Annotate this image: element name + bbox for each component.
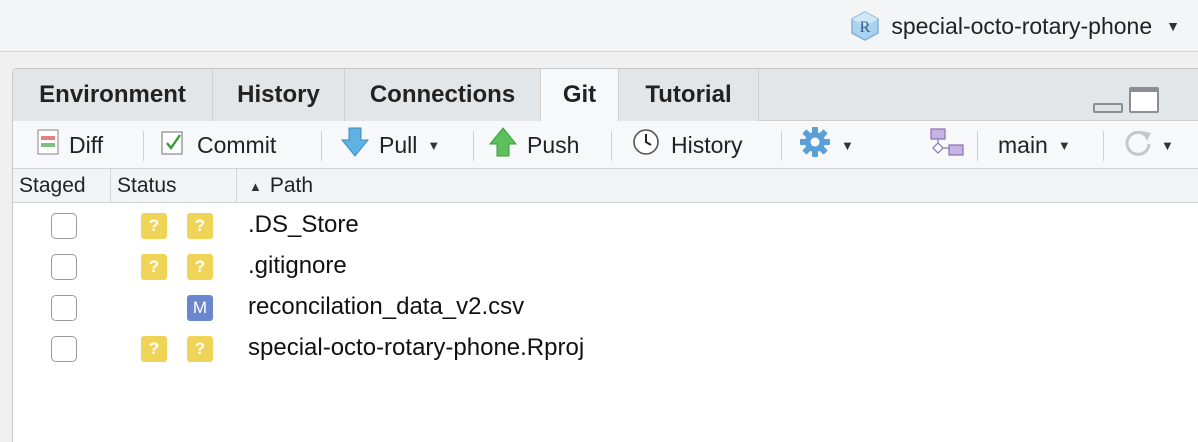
refresh-button[interactable]: ▼ [1123, 121, 1174, 169]
git-toolbar: Diff Commit Pull ▼ Push History ▼ main ▼… [13, 121, 1198, 169]
history-button[interactable]: History [631, 121, 743, 169]
table-row[interactable]: M reconcilation_data_v2.csv [13, 287, 1198, 327]
table-row[interactable]: ? ? special-octo-rotary-phone.Rproj [13, 328, 1198, 368]
tab-history[interactable]: History [213, 69, 345, 121]
column-status[interactable]: Status [111, 169, 237, 203]
chevron-down-icon[interactable]: ▼ [427, 138, 440, 153]
project-bar: R special-octo-rotary-phone ▼ [0, 0, 1198, 52]
push-arrow-icon [488, 127, 518, 163]
commit-checkbox-icon [161, 129, 187, 161]
chevron-down-icon: ▼ [841, 137, 854, 153]
staged-checkbox[interactable] [51, 213, 77, 239]
branch-name: main [998, 131, 1048, 158]
window-controls [1093, 87, 1159, 113]
maximize-pane-icon[interactable] [1129, 87, 1159, 113]
refresh-icon [1123, 127, 1153, 163]
separator [781, 131, 782, 161]
status-badge: ? [187, 254, 213, 280]
separator [143, 131, 144, 161]
pull-button[interactable]: Pull ▼ [340, 121, 440, 169]
tab-environment[interactable]: Environment [13, 69, 213, 121]
chevron-down-icon: ▼ [1166, 18, 1180, 34]
separator [321, 131, 322, 161]
chevron-down-icon: ▼ [1161, 137, 1174, 153]
table-row[interactable]: ? ? .DS_Store [13, 205, 1198, 245]
branch-select[interactable]: main ▼ [998, 121, 1071, 169]
minimize-pane-icon[interactable] [1093, 103, 1123, 113]
branch-diagram-button[interactable] [929, 121, 965, 169]
staged-checkbox[interactable] [51, 336, 77, 362]
column-staged[interactable]: Staged [13, 169, 111, 203]
file-path: special-octo-rotary-phone.Rproj [248, 334, 585, 361]
status-badge: ? [187, 213, 213, 239]
separator [473, 131, 474, 161]
gear-icon [799, 126, 831, 164]
status-badge: ? [187, 336, 213, 362]
tab-tutorial[interactable]: Tutorial [619, 69, 759, 121]
clock-icon [631, 127, 661, 163]
project-menu[interactable]: R special-octo-rotary-phone ▼ [849, 10, 1180, 42]
separator [977, 131, 978, 161]
commit-button[interactable]: Commit [161, 121, 276, 169]
separator [1103, 131, 1104, 161]
git-pane: Environment History Connections Git Tuto… [12, 68, 1198, 442]
status-badge: ? [141, 254, 167, 280]
tab-git[interactable]: Git [541, 69, 619, 122]
chevron-down-icon: ▼ [1057, 137, 1071, 153]
tab-connections[interactable]: Connections [345, 69, 541, 121]
status-badge: M [187, 295, 213, 321]
file-path: .gitignore [248, 252, 347, 279]
table-row[interactable]: ? ? .gitignore [13, 246, 1198, 286]
sort-ascending-icon: ▲ [249, 178, 262, 194]
diff-button[interactable]: Diff [37, 121, 103, 169]
branch-diagram-icon [929, 127, 965, 163]
staged-checkbox[interactable] [51, 295, 77, 321]
column-path[interactable]: ▲ Path [237, 169, 1198, 203]
rproject-icon: R [849, 10, 881, 42]
more-options-button[interactable]: ▼ [799, 121, 854, 169]
svg-text:R: R [860, 19, 871, 36]
status-badge: ? [141, 336, 167, 362]
file-path: .DS_Store [248, 211, 359, 238]
staged-checkbox[interactable] [51, 254, 77, 280]
project-name: special-octo-rotary-phone [891, 12, 1153, 39]
diff-icon [37, 129, 59, 161]
push-button[interactable]: Push [488, 121, 579, 169]
pane-tabbar: Environment History Connections Git Tuto… [13, 69, 1198, 122]
separator [611, 131, 612, 161]
pull-arrow-icon [340, 127, 370, 163]
status-badge: ? [141, 213, 167, 239]
file-path: reconcilation_data_v2.csv [248, 293, 525, 320]
files-table-header: Staged Status ▲ Path [13, 169, 1198, 203]
